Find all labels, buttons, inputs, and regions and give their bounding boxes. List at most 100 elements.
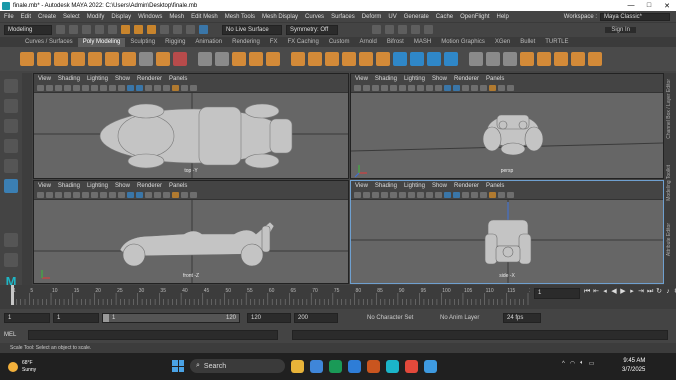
car-model-top-view[interactable] — [99, 103, 293, 169]
taskbar-app-file-explorer-icon[interactable] — [291, 359, 304, 373]
poly-torus-icon[interactable] — [88, 52, 102, 66]
car-model-front-view[interactable] — [119, 221, 275, 267]
ipr-render-icon[interactable] — [385, 25, 394, 34]
soften-edge-icon[interactable] — [520, 52, 534, 66]
lights-icon[interactable] — [471, 191, 478, 198]
shelf-tab-motion-graphics[interactable]: Motion Graphics — [436, 38, 490, 47]
command-input[interactable] — [28, 330, 278, 340]
time-slider-ruler[interactable]: 1 5 10 15 20 25 30 35 40 45 50 55 60 65 70 75 80 85 90 95 10… — [10, 285, 530, 305]
menuset-dropdown[interactable]: Modeling — [4, 24, 52, 35]
planar-map-icon[interactable] — [486, 52, 500, 66]
multi-cut-icon[interactable] — [393, 52, 407, 66]
boolean-icon[interactable] — [249, 52, 263, 66]
workspace-dropdown[interactable]: Maya Classic* — [600, 12, 670, 21]
isolate-select-icon[interactable] — [489, 191, 496, 198]
bridge-icon[interactable] — [308, 52, 322, 66]
viewport-menu-shading[interactable]: Shading — [375, 183, 397, 189]
playback-range-bar[interactable]: 1 120 — [102, 313, 240, 323]
play-backwards-icon[interactable]: ◀ — [611, 288, 617, 296]
menu-edit-mesh[interactable]: Edit Mesh — [191, 14, 218, 20]
render-current-icon[interactable] — [372, 25, 381, 34]
grid-icon[interactable] — [381, 191, 388, 198]
menu-surfaces[interactable]: Surfaces — [331, 14, 355, 20]
textured-icon[interactable] — [462, 84, 469, 91]
smooth-shade-icon[interactable] — [453, 84, 460, 91]
loop-icon[interactable]: ↻ — [656, 288, 662, 296]
menu-file[interactable]: File — [4, 14, 14, 20]
viewport-menu-view[interactable]: View — [38, 183, 51, 189]
uv-editor-icon[interactable] — [469, 52, 483, 66]
menu-help[interactable]: Help — [497, 14, 509, 20]
film-gate-icon[interactable] — [73, 191, 80, 198]
smooth-shade-icon[interactable] — [453, 191, 460, 198]
xray-joints-icon[interactable] — [190, 84, 197, 91]
image-plane-icon[interactable] — [372, 84, 379, 91]
smooth-shade-icon[interactable] — [136, 191, 143, 198]
snap-curve-icon[interactable] — [173, 25, 182, 34]
select-hierarchy-icon[interactable] — [121, 25, 130, 34]
shadows-icon[interactable] — [163, 84, 170, 91]
field-chart-icon[interactable] — [417, 191, 424, 198]
camera-attributes-icon[interactable] — [354, 191, 361, 198]
time-slider[interactable]: 1 5 10 15 20 25 30 35 40 45 50 55 60 65 70 75 80 85 90 95 10… — [0, 285, 676, 309]
windows-start-icon[interactable] — [172, 360, 184, 372]
viewport-menu-show[interactable]: Show — [432, 183, 447, 189]
safe-action-icon[interactable] — [109, 84, 116, 91]
shelf-tab-custom[interactable]: Custom — [324, 38, 355, 47]
channel-box-tab[interactable]: Channel Box / Layer Editor — [666, 79, 672, 139]
select-component-icon[interactable] — [147, 25, 156, 34]
taskbar-search-box[interactable]: ⌕ Search — [190, 359, 285, 373]
live-surface-field[interactable]: No Live Surface — [222, 24, 282, 35]
shelf-tab-arnold[interactable]: Arnold — [355, 38, 382, 47]
playback-end-field[interactable]: 120 — [247, 313, 291, 323]
go-to-start-icon[interactable]: ⏮ — [584, 288, 590, 296]
taskbar-clock[interactable]: 9:45 AM 3/7/2025 — [622, 357, 645, 375]
viewport-menu-panels[interactable]: Panels — [486, 183, 504, 189]
safe-action-icon[interactable] — [426, 84, 433, 91]
quad-draw-icon[interactable] — [427, 52, 441, 66]
menu-mesh-display[interactable]: Mesh Display — [262, 14, 298, 20]
shelf-tab-bifrost[interactable]: Bifrost — [382, 38, 409, 47]
viewport-menu-renderer[interactable]: Renderer — [137, 183, 162, 189]
select-object-icon[interactable] — [134, 25, 143, 34]
shelf-tab-xgen[interactable]: XGen — [490, 38, 515, 47]
lights-icon[interactable] — [154, 191, 161, 198]
single-perspective-layout-icon[interactable] — [4, 233, 18, 247]
snap-view-icon[interactable] — [199, 25, 208, 34]
resolution-gate-icon[interactable] — [82, 84, 89, 91]
viewport-menu-lighting[interactable]: Lighting — [87, 183, 108, 189]
scale-tool-icon[interactable] — [4, 179, 18, 193]
menu-cache[interactable]: Cache — [436, 14, 453, 20]
poly-cylinder-icon[interactable] — [54, 52, 68, 66]
viewport-menu-show[interactable]: Show — [115, 76, 130, 82]
combine-icon[interactable] — [198, 52, 212, 66]
weather-widget[interactable]: 68°F Sunny — [0, 360, 130, 374]
viewport-menu-view[interactable]: View — [355, 76, 368, 82]
viewport-menu-panels[interactable]: Panels — [169, 76, 187, 82]
taskbar-app-store-icon[interactable] — [424, 359, 437, 373]
textured-icon[interactable] — [145, 84, 152, 91]
hypershade-icon[interactable] — [411, 25, 420, 34]
bookmark-icon[interactable] — [363, 191, 370, 198]
resolution-gate-icon[interactable] — [82, 191, 89, 198]
viewport-menu-view[interactable]: View — [355, 183, 368, 189]
step-forward-frame-icon[interactable]: ▸ — [629, 288, 635, 296]
shelf-tab-mash[interactable]: MASH — [409, 38, 436, 47]
step-back-frame-icon[interactable]: ◂ — [602, 288, 608, 296]
menu-modify[interactable]: Modify — [87, 14, 105, 20]
film-gate-icon[interactable] — [390, 191, 397, 198]
menu-curves[interactable]: Curves — [305, 14, 324, 20]
quadrangulate-icon[interactable] — [588, 52, 602, 66]
mirror-icon[interactable] — [266, 52, 280, 66]
undo-icon[interactable] — [95, 25, 104, 34]
viewport-menu-renderer[interactable]: Renderer — [137, 76, 162, 82]
viewport-front[interactable]: View Shading Lighting Show Renderer Pane… — [33, 180, 349, 284]
bookmark-icon[interactable] — [46, 191, 53, 198]
safe-title-icon[interactable] — [435, 84, 442, 91]
snap-point-icon[interactable] — [186, 25, 195, 34]
shelf-tab-curves-surfaces[interactable]: Curves / Surfaces — [20, 38, 78, 47]
four-view-layout-icon[interactable] — [4, 253, 18, 267]
smooth-icon[interactable] — [232, 52, 246, 66]
minimize-button[interactable]: — — [622, 2, 640, 10]
open-scene-icon[interactable] — [69, 25, 78, 34]
